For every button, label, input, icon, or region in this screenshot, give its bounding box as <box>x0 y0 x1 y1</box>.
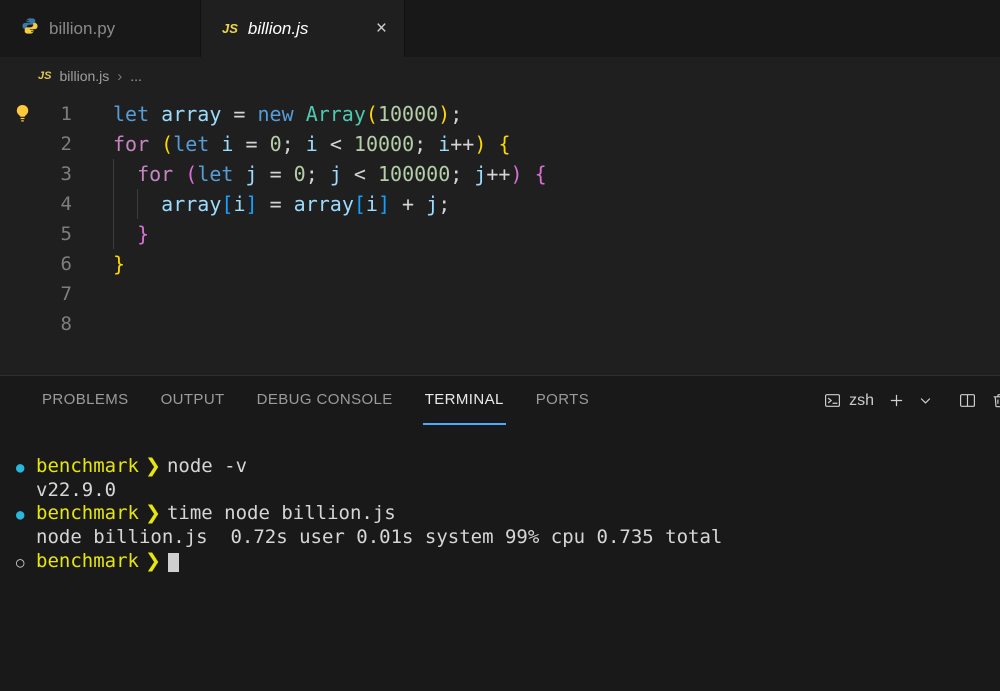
panel-tab-problems[interactable]: PROBLEMS <box>40 376 131 425</box>
new-terminal-button[interactable] <box>889 393 904 408</box>
line-number: 5 <box>60 223 72 245</box>
close-icon[interactable]: × <box>373 18 390 39</box>
prompt-cwd: benchmark <box>36 502 139 525</box>
breadcrumb[interactable]: JS billion.js › ... <box>0 57 1000 95</box>
tab-billion-py[interactable]: billion.py <box>0 0 201 57</box>
prompt-arrow-icon: ❯ <box>138 502 167 525</box>
terminal-output-line: v22.9.0 <box>16 479 1000 503</box>
trash-icon[interactable] <box>991 392 1000 409</box>
line-number: 8 <box>60 313 72 335</box>
code-text: let array = new Array(10000); <box>113 102 463 126</box>
code-line[interactable]: 4 array[i] = array[i] + j; <box>0 189 1000 219</box>
code-text: for (let i = 0; i < 10000; i++) { <box>113 132 511 156</box>
prompt-status-icon: ● <box>16 507 25 524</box>
breadcrumb-more[interactable]: ... <box>130 68 142 84</box>
line-number: 1 <box>60 103 72 125</box>
breadcrumb-js-icon: JS <box>38 70 52 82</box>
line-number: 4 <box>60 193 72 215</box>
editor-lines: 1 let array = new Array(10000); 2 for (let … <box>0 99 1000 339</box>
indent-guide <box>113 159 114 189</box>
tab-billion-js[interactable]: JS billion.js × <box>201 0 405 57</box>
line-number: 6 <box>60 253 72 275</box>
code-text: } <box>113 219 149 249</box>
lightbulb-icon[interactable] <box>12 103 33 124</box>
shell-picker[interactable]: zsh <box>824 392 874 410</box>
panel-header: PROBLEMS OUTPUT DEBUG CONSOLE TERMINAL PORTS… <box>0 376 1000 425</box>
code-line[interactable]: 1 let array = new Array(10000); <box>0 99 1000 129</box>
tab-label: billion.py <box>49 18 116 38</box>
line-number: 2 <box>60 133 72 155</box>
bottom-panel: PROBLEMS OUTPUT DEBUG CONSOLE TERMINAL PORTS… <box>0 375 1000 691</box>
terminal-icon <box>824 392 841 409</box>
tab-label: billion.js <box>247 18 309 38</box>
python-icon <box>21 17 39 40</box>
shell-label: zsh <box>849 391 874 409</box>
terminal-output-line: node billion.js 0.72s user 0.01s system … <box>16 526 1000 550</box>
chevron-down-icon[interactable] <box>919 394 932 407</box>
code-line[interactable]: 5 } <box>0 219 1000 249</box>
command-text: node -v <box>166 455 248 477</box>
terminal[interactable]: ● benchmark ❯ node -v v22.9.0 ● benchmark ❯ … <box>0 425 1000 573</box>
prompt-cwd: benchmark <box>36 455 139 477</box>
code-text: array[i] = array[i] + j; <box>113 189 450 219</box>
panel-tab-terminal[interactable]: TERMINAL <box>422 376 506 425</box>
code-line[interactable]: 6} <box>0 249 1000 279</box>
code-editor[interactable]: 1 let array = new Array(10000); 2 for (let … <box>0 95 1000 375</box>
line-number: 3 <box>60 163 72 185</box>
indent-guide <box>113 219 114 249</box>
panel-tab-ports[interactable]: PORTS <box>534 376 591 425</box>
breadcrumb-separator-icon: › <box>117 67 123 85</box>
prompt-arrow-icon: ❯ <box>138 455 167 477</box>
code-text: for (let j = 0; j < 100000; j++) { <box>113 159 547 189</box>
code-line[interactable]: 8 <box>0 309 1000 339</box>
terminal-prompt-line: ○ benchmark ❯ <box>16 550 1000 574</box>
breadcrumb-file[interactable]: billion.js <box>59 68 109 84</box>
terminal-prompt-line: ● benchmark ❯ node -v <box>16 455 1000 479</box>
code-line[interactable]: 3 for (let j = 0; j < 100000; j++) { <box>0 159 1000 189</box>
output-text: v22.9.0 <box>36 478 117 501</box>
terminal-prompt-line: ● benchmark ❯ time node billion.js <box>16 502 1000 526</box>
prompt-cwd: benchmark <box>36 549 139 572</box>
terminal-cursor <box>167 552 179 572</box>
code-text: } <box>113 252 126 276</box>
output-text: node billion.js 0.72s user 0.01s system … <box>36 526 723 549</box>
js-icon: JS <box>222 21 238 36</box>
panel-actions: zsh <box>824 376 1000 425</box>
panel-tab-output[interactable]: OUTPUT <box>159 376 227 425</box>
panel-tab-debug-console[interactable]: DEBUG CONSOLE <box>255 376 395 425</box>
prompt-arrow-icon: ❯ <box>138 549 167 572</box>
panel-tabs: PROBLEMS OUTPUT DEBUG CONSOLE TERMINAL PORTS <box>26 376 605 425</box>
indent-guide <box>113 189 114 219</box>
line-number: 7 <box>60 283 72 305</box>
indent-guide <box>137 189 139 219</box>
code-line[interactable]: 2 for (let i = 0; i < 10000; i++) { <box>0 129 1000 159</box>
prompt-status-icon: ○ <box>16 554 25 571</box>
vscode-window: billion.py JS billion.js × JS billion.js… <box>0 0 1000 691</box>
prompt-status-icon: ● <box>16 460 25 476</box>
editor-tab-bar: billion.py JS billion.js × <box>0 0 1000 57</box>
split-terminal-icon[interactable] <box>959 392 976 409</box>
code-line[interactable]: 7 <box>0 279 1000 309</box>
command-text: time node billion.js <box>166 502 396 525</box>
